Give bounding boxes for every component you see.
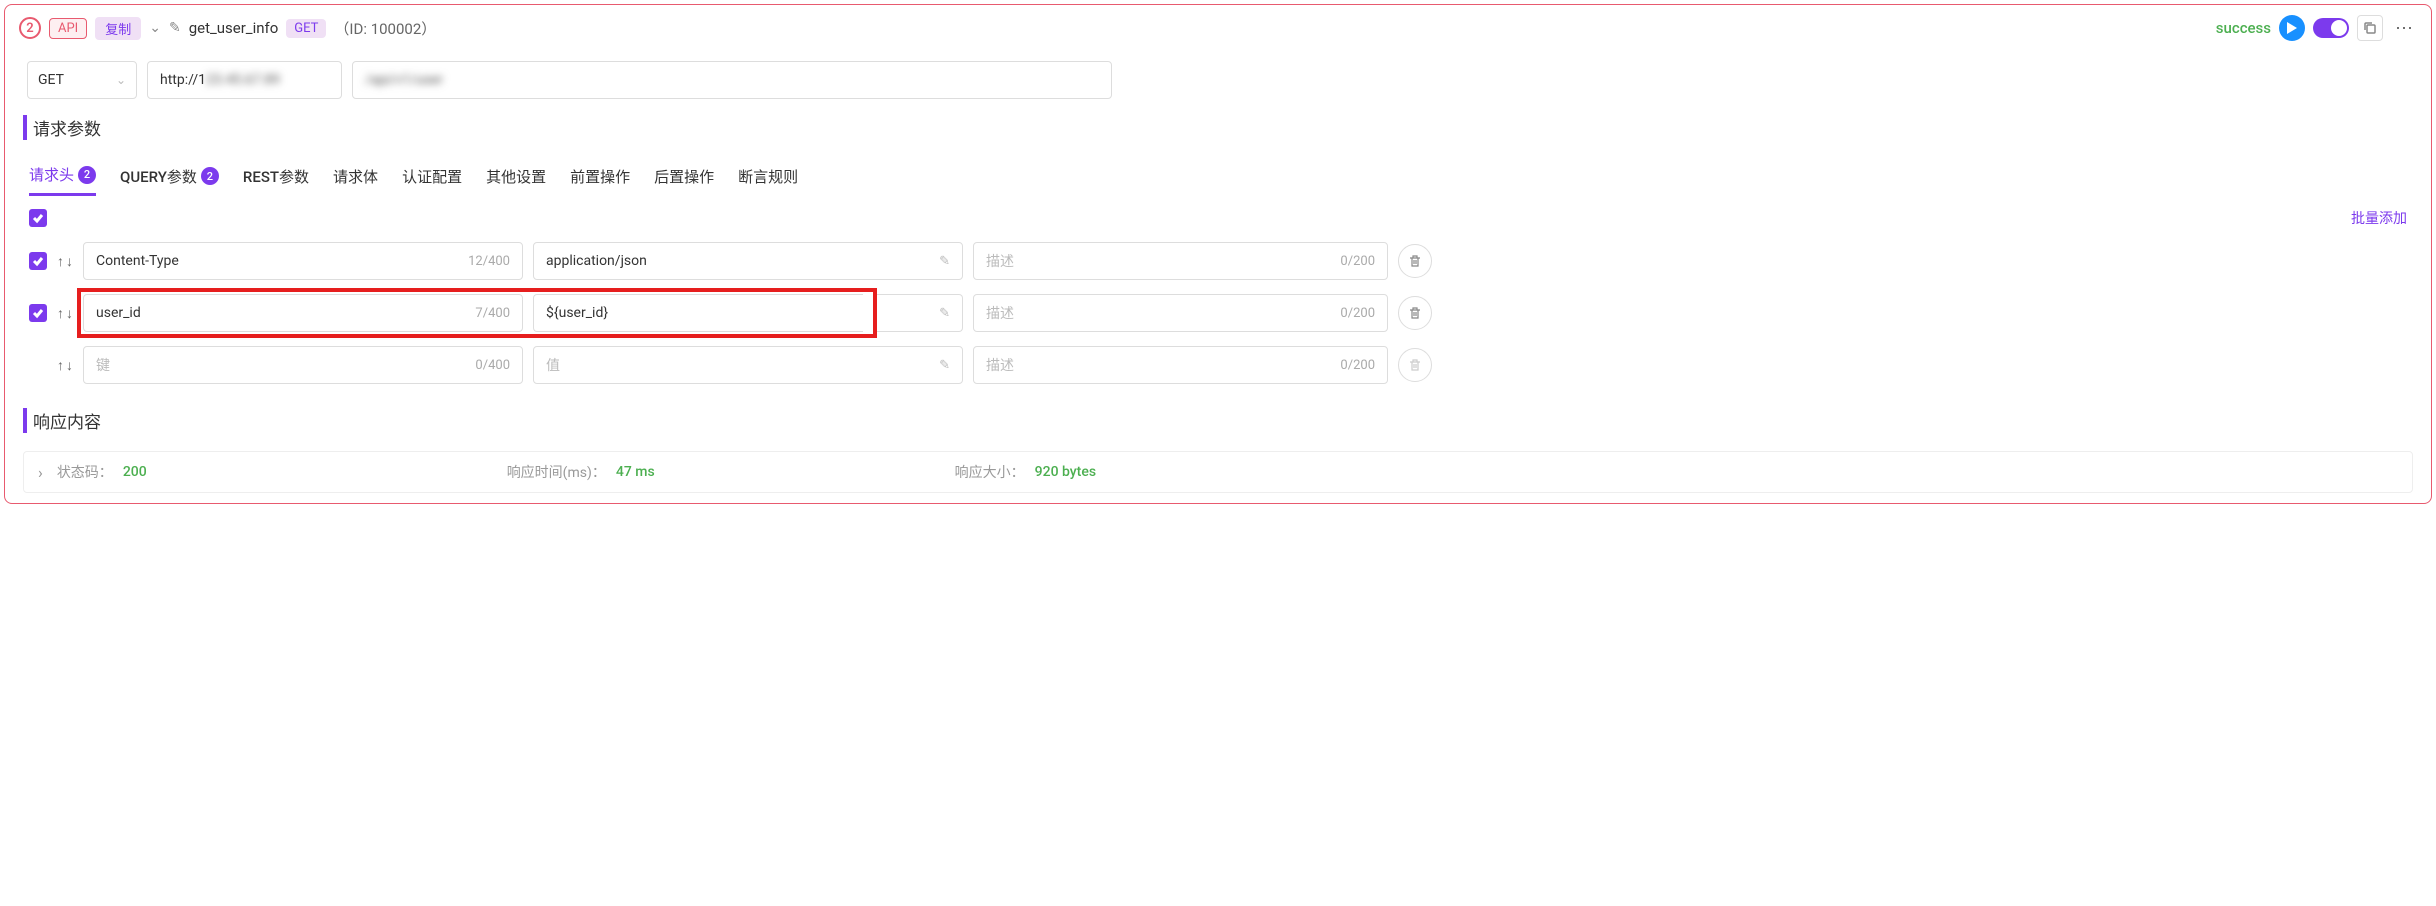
value-input[interactable]: application/json ✎ [533, 242, 963, 280]
tab-pre-action[interactable]: 前置操作 [570, 164, 630, 196]
select-all-checkbox[interactable] [29, 209, 47, 227]
desc-input[interactable]: 描述 0/200 [973, 346, 1388, 384]
row-checkbox[interactable] [29, 304, 47, 322]
tab-query-params[interactable]: QUERY参数2 [120, 164, 219, 196]
param-row: ↑ ↓ Content-Type 12/400 application/json… [19, 242, 2417, 280]
request-params-title: 请求参数 [23, 115, 2417, 140]
tab-auth[interactable]: 认证配置 [402, 164, 462, 196]
run-button[interactable] [2279, 15, 2305, 41]
tab-other[interactable]: 其他设置 [486, 164, 546, 196]
status-code-label: 状态码： [57, 462, 113, 482]
tab-assertion[interactable]: 断言规则 [738, 164, 798, 196]
response-time-label: 响应时间(ms)： [507, 462, 606, 482]
key-input[interactable]: Content-Type 12/400 [83, 242, 523, 280]
move-down-icon[interactable]: ↓ [66, 357, 73, 374]
tab-request-headers[interactable]: 请求头2 [29, 164, 96, 196]
copy-icon-button[interactable] [2357, 15, 2383, 41]
response-summary: › 状态码： 200 响应时间(ms)： 47 ms 响应大小： 920 byt… [23, 451, 2413, 493]
desc-input[interactable]: 描述 0/200 [973, 294, 1388, 332]
path-input[interactable]: /api/v1/user [352, 61, 1112, 99]
delete-button [1398, 348, 1432, 382]
value-input[interactable]: ${user_id} [533, 294, 863, 332]
response-size-value: 920 bytes [1035, 464, 1096, 480]
value-input[interactable]: 值 ✎ [533, 346, 963, 384]
url-row: GET ⌄ http://123.45.67.89 /api/v1/user [19, 61, 2417, 99]
host-input[interactable]: http://123.45.67.89 [147, 61, 342, 99]
tab-body[interactable]: 请求体 [333, 164, 378, 196]
response-size-label: 响应大小： [955, 462, 1025, 482]
key-input[interactable]: user_id 7/400 [83, 294, 523, 332]
api-title: get_user_info [189, 19, 279, 37]
response-content-title: 响应内容 [23, 408, 2417, 433]
param-row: ↑ ↓ user_id 7/400 ${user_id} ✎ 描述 0/200 [19, 294, 2417, 332]
api-step-panel: 2 API 复制 ⌄ ✎ get_user_info GET （ID: 1000… [4, 4, 2432, 504]
edit-icon[interactable]: ✎ [169, 20, 181, 36]
row-checkbox[interactable] [29, 252, 47, 270]
api-tag: API [49, 18, 87, 39]
tab-post-action[interactable]: 后置操作 [654, 164, 714, 196]
chevron-down-icon[interactable]: ⌄ [149, 20, 161, 36]
expand-icon[interactable]: › [38, 463, 43, 482]
edit-icon[interactable]: ✎ [939, 306, 950, 321]
move-up-icon[interactable]: ↑ [57, 253, 64, 270]
batch-add-link[interactable]: 批量添加 [2351, 208, 2407, 228]
tab-rest-params[interactable]: REST参数 [243, 164, 309, 196]
step-number-badge: 2 [19, 17, 41, 39]
key-input[interactable]: 键 0/400 [83, 346, 523, 384]
move-down-icon[interactable]: ↓ [66, 305, 73, 322]
copy-button[interactable]: 复制 [95, 17, 141, 40]
param-row: ↑ ↓ 键 0/400 值 ✎ 描述 0/200 [19, 346, 2417, 384]
move-down-icon[interactable]: ↓ [66, 253, 73, 270]
header-row: 2 API 复制 ⌄ ✎ get_user_info GET （ID: 1000… [19, 15, 2417, 41]
move-up-icon[interactable]: ↑ [57, 305, 64, 322]
response-time-value: 47 ms [616, 464, 655, 480]
tabs: 请求头2 QUERY参数2 REST参数 请求体 认证配置 其他设置 前置操作 … [19, 164, 2417, 196]
method-select[interactable]: GET ⌄ [27, 61, 137, 99]
status-text: success [2216, 19, 2271, 37]
delete-button[interactable] [1398, 296, 1432, 330]
method-tag: GET [286, 19, 326, 38]
api-id: （ID: 100002） [334, 18, 436, 39]
move-up-icon[interactable]: ↑ [57, 357, 64, 374]
edit-icon[interactable]: ✎ [939, 358, 950, 373]
more-icon[interactable]: ⋯ [2391, 18, 2417, 39]
desc-input[interactable]: 描述 0/200 [973, 242, 1388, 280]
delete-button[interactable] [1398, 244, 1432, 278]
value-input-tail[interactable]: ✎ [873, 294, 963, 332]
status-code-value: 200 [123, 464, 147, 480]
edit-icon[interactable]: ✎ [939, 254, 950, 269]
toggle-switch[interactable] [2313, 18, 2349, 38]
